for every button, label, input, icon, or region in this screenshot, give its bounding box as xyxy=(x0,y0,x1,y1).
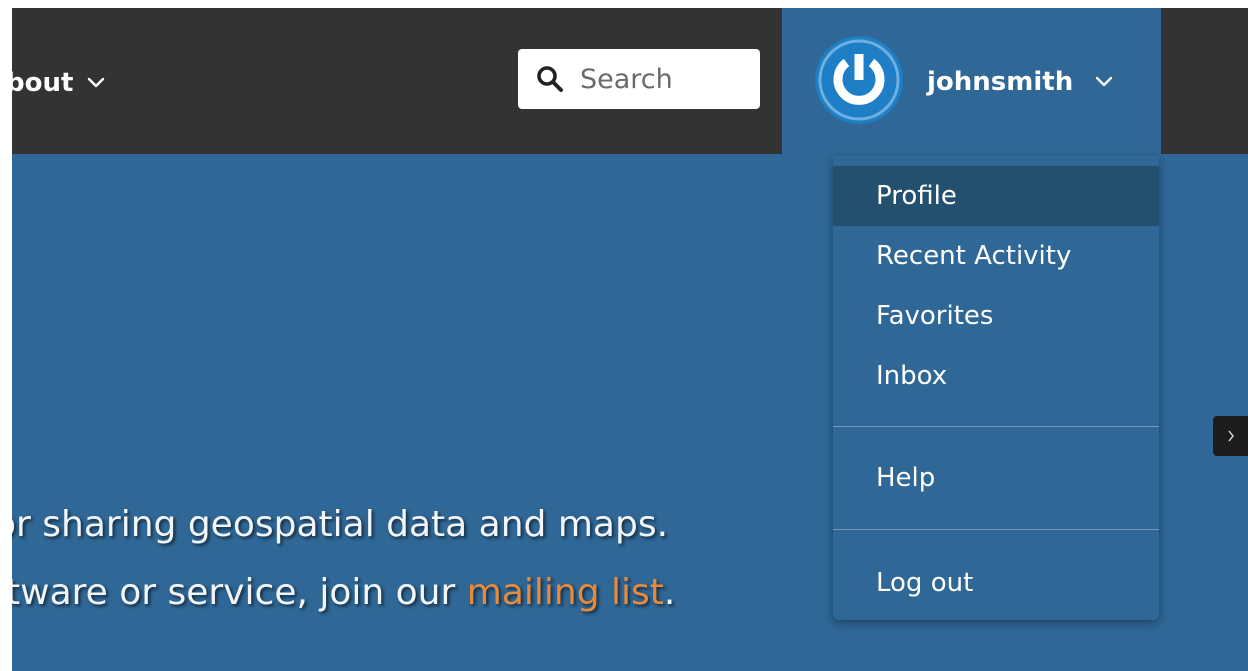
menu-item-log-out[interactable]: Log out xyxy=(833,553,1159,613)
power-icon xyxy=(815,36,903,124)
search-input[interactable] xyxy=(580,63,740,95)
menu-item-label: Inbox xyxy=(876,361,948,391)
chevron-down-icon xyxy=(88,77,105,88)
menu-divider xyxy=(833,529,1159,530)
menu-divider xyxy=(833,426,1159,427)
hero-text-line-2-start: ftware or service, join our xyxy=(12,572,467,613)
search-icon[interactable] xyxy=(536,65,564,93)
menu-item-favorites[interactable]: Favorites xyxy=(833,286,1159,346)
nav-about-menu[interactable]: bout xyxy=(12,61,105,105)
menu-item-label: Help xyxy=(876,463,936,493)
hero-text-line-2-end: . xyxy=(663,572,676,613)
side-panel-toggle[interactable] xyxy=(1213,416,1248,456)
username-toggle[interactable]: johnsmith xyxy=(927,60,1113,104)
menu-item-help[interactable]: Help xyxy=(833,448,1159,508)
user-dropdown-menu: Profile Recent Activity Favorites Inbox … xyxy=(833,156,1159,620)
menu-item-inbox[interactable]: Inbox xyxy=(833,346,1159,406)
menu-item-profile[interactable]: Profile xyxy=(833,166,1159,226)
top-navigation-bar: bout johnsmith xyxy=(12,8,1248,154)
menu-item-label: Profile xyxy=(876,181,957,211)
user-menu[interactable]: johnsmith xyxy=(782,8,1161,154)
hero-text-line-2: ftware or service, join our mailing list… xyxy=(12,572,675,613)
hero-text-line-1: or sharing geospatial data and maps. xyxy=(12,504,669,545)
page: bout johnsmith xyxy=(12,8,1248,671)
nav-about-label: bout xyxy=(12,68,74,98)
mailing-list-link[interactable]: mailing list xyxy=(467,572,664,613)
username-label: johnsmith xyxy=(927,67,1074,97)
search-box[interactable] xyxy=(518,49,760,109)
chevron-down-icon xyxy=(1096,76,1113,87)
menu-item-label: Favorites xyxy=(876,301,994,331)
avatar[interactable] xyxy=(815,36,903,124)
menu-item-recent-activity[interactable]: Recent Activity xyxy=(833,226,1159,286)
chevron-right-icon xyxy=(1227,430,1234,442)
menu-item-label: Log out xyxy=(876,568,974,598)
menu-item-label: Recent Activity xyxy=(876,241,1072,271)
